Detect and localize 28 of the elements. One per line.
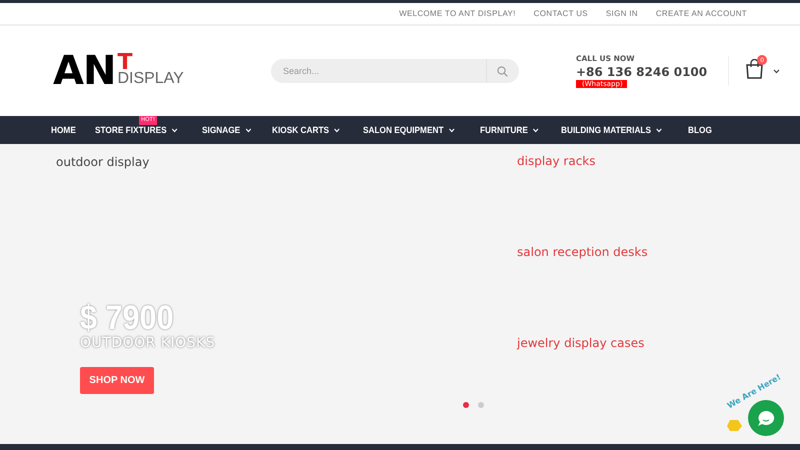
nav-item[interactable]: BLOG xyxy=(688,125,712,135)
nav-item[interactable]: BUILDING MATERIALS xyxy=(560,125,662,135)
slider-dot[interactable] xyxy=(463,402,469,408)
chat-bubble-icon xyxy=(757,410,775,426)
chat-button[interactable] xyxy=(748,400,784,436)
chevron-down-icon xyxy=(773,68,780,74)
category-link[interactable]: display racks xyxy=(517,154,648,168)
nav-item[interactable]: STORE FIXTURES xyxy=(95,125,178,135)
category-link[interactable]: jewelry display cases xyxy=(517,336,648,350)
top-link[interactable]: SIGN IN xyxy=(606,9,638,18)
slide-subtitle: OUTDOOR KIOSKS xyxy=(80,335,216,351)
search-button[interactable] xyxy=(486,59,519,83)
search-icon[interactable] xyxy=(497,66,508,76)
slider-dot[interactable] xyxy=(478,402,484,408)
search-field[interactable]: Search... xyxy=(271,59,486,83)
top-link[interactable]: CONTACT US xyxy=(534,9,588,18)
top-link[interactable]: WELCOME TO ANT DISPLAY! xyxy=(399,9,516,18)
top-link[interactable]: CREATE AN ACCOUNT xyxy=(656,9,747,18)
price-heading: $ 7900 xyxy=(80,301,174,335)
nav-item[interactable]: HOME xyxy=(51,125,76,135)
category-link[interactable]: salon reception desks xyxy=(517,245,648,259)
shopping-bag-icon[interactable] xyxy=(745,59,764,79)
nav-item[interactable]: SALON EQUIPMENT xyxy=(363,125,455,135)
phone-number: +86 136 8246 0100 xyxy=(576,65,708,79)
nav-item[interactable]: SIGNAGE xyxy=(202,125,252,135)
nav-item[interactable]: KIOSK CARTS xyxy=(272,125,340,135)
category-link[interactable]: outdoor display xyxy=(56,155,461,169)
nav-item[interactable]: FURNITURE xyxy=(480,125,539,135)
